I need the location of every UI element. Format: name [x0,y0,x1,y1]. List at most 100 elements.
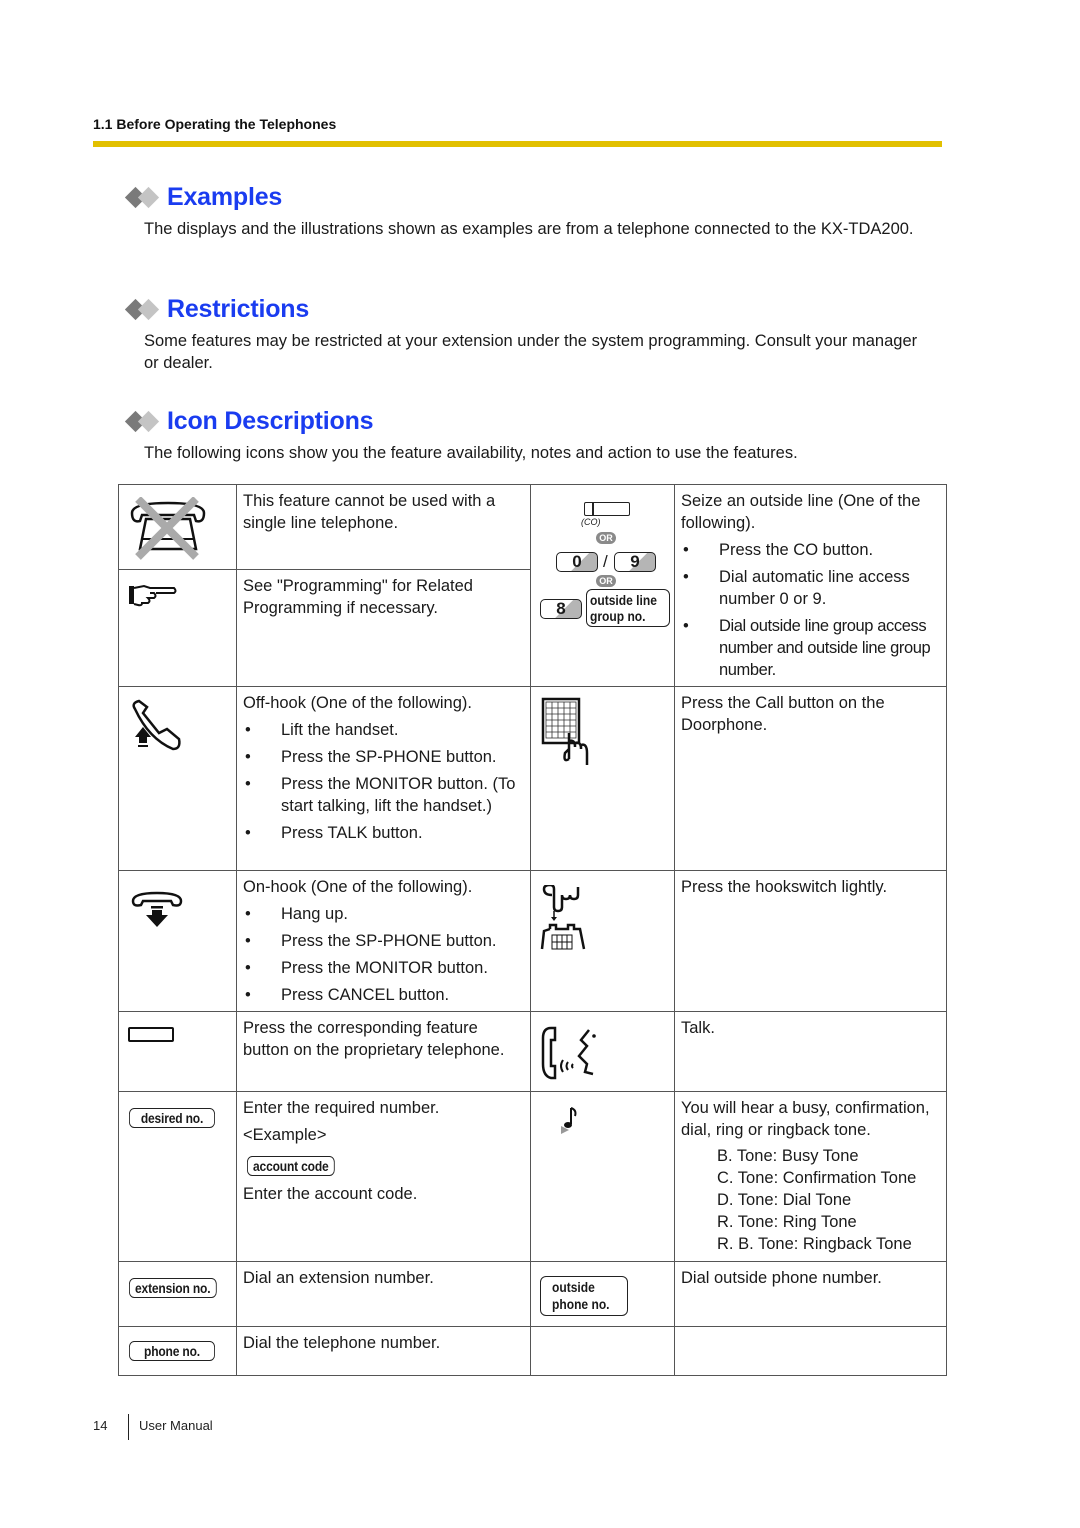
restrictions-body: Some features may be restricted at your … [144,332,918,372]
heading-examples: Examples [167,183,283,211]
account-code-text: Enter the account code. [243,1185,418,1203]
bullet-item: • Press the SP-PHONE button. [245,932,497,950]
example-label: <Example> [243,1126,327,1144]
doorphone-press-icon [541,697,589,765]
bullet-item: • Press the SP-PHONE button. [245,748,497,766]
hookswitch-press-icon [540,885,586,950]
key-9: 9 [614,552,656,572]
bullet-text: Press TALK button. [281,824,423,842]
extension-no-pill: extension no. [129,1278,217,1298]
bullet-item: • Press the CO button. [683,541,874,559]
page-number: 14 [93,1418,108,1433]
section-examples-title: Examples [124,183,282,212]
outside-phone-no-pill: outside phone no. [540,1276,628,1316]
bullet-item: • Press the MONITOR button. (To start tal… [243,773,524,817]
tone-note-icon [561,1107,577,1134]
pill-line: group no. [590,608,646,624]
key-0: 0 [556,552,598,572]
bullet-text: Dial automatic line access number 0 or 9… [719,568,910,608]
handset-lift-icon [132,699,181,751]
running-head: 1.1 Before Operating the Telephones [93,116,337,132]
icon-descriptions-body: The following icons show you the feature… [144,444,798,462]
bullet-text: Lift the handset. [281,721,399,739]
bullet-text: Press the SP-PHONE button. [281,932,497,950]
footer-divider [128,1414,129,1440]
table-row: extension no. Dial an extension number. … [118,1261,947,1327]
section-icon-descriptions-title: Icon Descriptions [124,407,374,436]
tone-item: B. Tone: Busy Tone [717,1147,859,1165]
slt-icon-cell [119,485,236,569]
single-line-telephone-crossed-icon [130,497,206,560]
bullet-item: • Press CANCEL button. [245,986,450,1004]
feature-button-icon [128,1027,174,1042]
extension-no-text: Dial an extension number. [236,1261,531,1327]
pill-line: phone no. [552,1296,610,1312]
slt-text: This feature cannot be used with a singl… [243,492,496,532]
desired-no-text: Enter the required number. [243,1099,440,1117]
outside-line-group-pill: outside line group no. [586,589,670,627]
table-row: On-hook (One of the following). • Hang up… [118,870,947,1012]
diamond-bullet-icon [124,410,162,433]
heading-restrictions: Restrictions [167,295,310,323]
handset-hangup-icon [131,891,183,927]
offhook-intro: Off-hook (One of the following). [243,694,472,712]
bullet-item: • Hang up. [245,905,348,923]
onhook-intro: On-hook (One of the following). [243,878,473,896]
tone-list: B. Tone: Busy Tone C. Tone: Confirmation… [681,1145,940,1255]
programming-icon-cell [119,569,236,686]
diamond-bullet-icon [124,186,162,209]
tone-item: R. B. Tone: Ringback Tone [717,1235,912,1253]
tone-item: R. Tone: Ring Tone [717,1213,857,1231]
table-row: phone no. Dial the telephone number. [118,1326,947,1376]
account-code-pill: account code [247,1156,335,1176]
bullet-item: • Lift the handset. [245,721,399,739]
tone-text: You will hear a busy, confirmation, dial… [681,1099,930,1139]
table-row: Press the corresponding feature button o… [118,1011,947,1092]
key-8: 8 [540,599,582,619]
bullet-item: • Dial outside line group access number a… [681,615,940,681]
phone-no-pill: phone no. [129,1341,215,1361]
or-badge: OR [596,532,616,544]
tone-item: D. Tone: Dial Tone [717,1191,852,1209]
outside-phone-text: Dial outside phone number. [674,1261,947,1327]
pointing-hand-icon [129,584,177,607]
pill-line: outside line [590,592,657,608]
co-label: (CO) [581,517,601,527]
header-rule [93,141,942,147]
pill-line: outside [552,1279,595,1295]
bullet-text: Press the MONITOR button. (To start talk… [281,775,516,815]
outside-line-intro: Seize an outside line (One of the follow… [681,492,921,532]
table-row: This feature cannot be used with a singl… [118,484,947,687]
co-button-icon [584,502,630,516]
bullet-item: • Dial automatic line access number 0 or … [681,566,940,610]
talk-text: Talk. [674,1011,947,1092]
icon-descriptions-table: This feature cannot be used with a singl… [118,484,947,1376]
hookswitch-text: Press the hookswitch lightly. [674,870,947,1012]
footer-label: User Manual [139,1418,213,1433]
desired-no-pill: desired no. [129,1108,215,1128]
tone-item: C. Tone: Confirmation Tone [717,1169,917,1187]
empty-cell [674,1326,947,1376]
outside-line-icon-group: (CO) OR 0 / 9 OR 8 outside line group no… [531,485,674,685]
empty-cell [530,1326,675,1376]
or-badge: OR [596,575,616,587]
diamond-bullet-icon [124,298,162,321]
bullet-text: Press the SP-PHONE button. [281,748,497,766]
phone-no-text: Dial the telephone number. [236,1326,531,1376]
programming-text: See "Programming" for Related Programmin… [237,569,530,686]
slash: / [603,552,608,571]
bullet-text: Dial outside line group access number an… [719,617,931,679]
bullet-item: • Press TALK button. [245,824,423,842]
bullet-text: Press the MONITOR button. [281,959,488,977]
examples-body: The displays and the illustrations shown… [144,220,914,238]
bullet-text: Press the CO button. [719,541,874,559]
bullet-text: Press CANCEL button. [281,986,450,1004]
table-row: Off-hook (One of the following). • Lift t… [118,686,947,871]
bullet-text: Hang up. [281,905,348,923]
bullet-item: • Press the MONITOR button. [245,959,488,977]
heading-icon-descriptions: Icon Descriptions [167,407,374,435]
section-restrictions-title: Restrictions [124,295,309,324]
table-row: desired no. Enter the required number. <… [118,1091,947,1262]
feature-button-text: Press the corresponding feature button o… [236,1011,531,1092]
talk-icon [541,1026,596,1080]
